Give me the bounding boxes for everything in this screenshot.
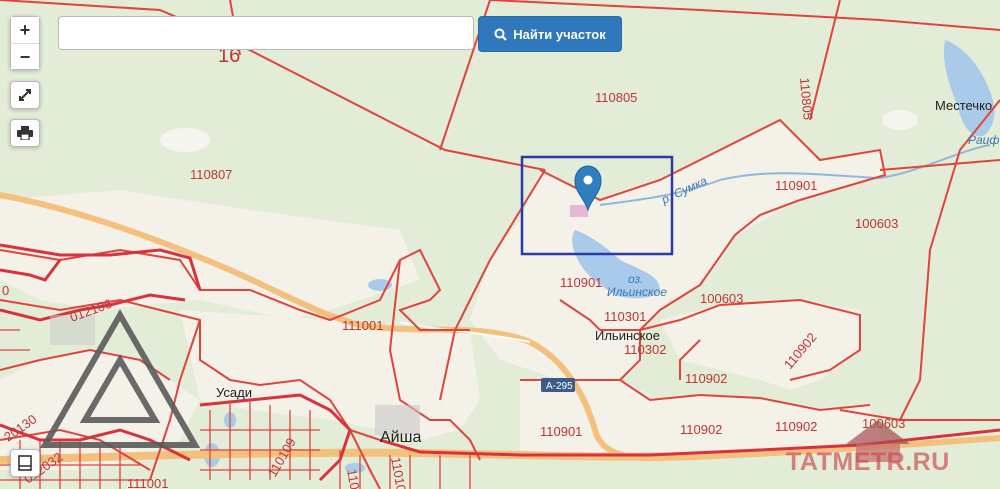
layers-icon [18, 455, 32, 471]
parcel-label: 110902 [685, 371, 727, 386]
zoom-in-button[interactable]: + [11, 17, 39, 43]
zoom-control: + − [10, 16, 40, 70]
parcel-label: 100603 [855, 216, 898, 231]
parcel-label: 0 [2, 283, 9, 298]
zoom-out-button[interactable]: − [11, 43, 39, 69]
search-input[interactable] [58, 16, 474, 50]
parcel-label: 110901 [775, 178, 817, 193]
parcel-label: 111001 [342, 318, 383, 333]
parcel-label: 110807 [190, 167, 232, 182]
expand-icon [19, 89, 31, 101]
search-icon [494, 28, 508, 41]
parcel-label: 110901 [560, 275, 602, 290]
svg-text:А-295: А-295 [546, 381, 573, 392]
print-button[interactable] [10, 119, 40, 147]
parcel-label: 110301 [604, 309, 646, 324]
find-parcel-label: Найти участок [513, 26, 606, 42]
fullscreen-button[interactable] [10, 81, 40, 109]
watermark-text: TATMETR.RU [786, 448, 950, 476]
parcel-label: 111001 [127, 476, 168, 489]
map-layers-button[interactable] [10, 449, 40, 477]
map-canvas[interactable]: 110805 110805 110807 110901 110901 11090… [0, 0, 1000, 489]
village-label: Айша [380, 429, 421, 446]
road-shield-a295: А-295 [541, 378, 575, 392]
river-label: Раиф [968, 133, 999, 147]
village-label: Местечко [935, 98, 992, 113]
parcel-label: 110902 [680, 422, 722, 437]
parcel-label: 100603 [700, 291, 743, 306]
village-label: Усади [216, 385, 252, 400]
parcel-label: 110902 [775, 419, 817, 434]
parcel-label: 110302 [624, 342, 666, 357]
lake-label: оз. [628, 272, 643, 286]
find-parcel-button[interactable]: Найти участок [478, 16, 622, 52]
parcel-label: 110901 [540, 424, 582, 439]
village-label: Ильинское [595, 328, 660, 343]
print-icon [17, 126, 33, 140]
lake-label: Ильинское [607, 285, 667, 299]
parcel-label: 110805 [595, 90, 637, 105]
